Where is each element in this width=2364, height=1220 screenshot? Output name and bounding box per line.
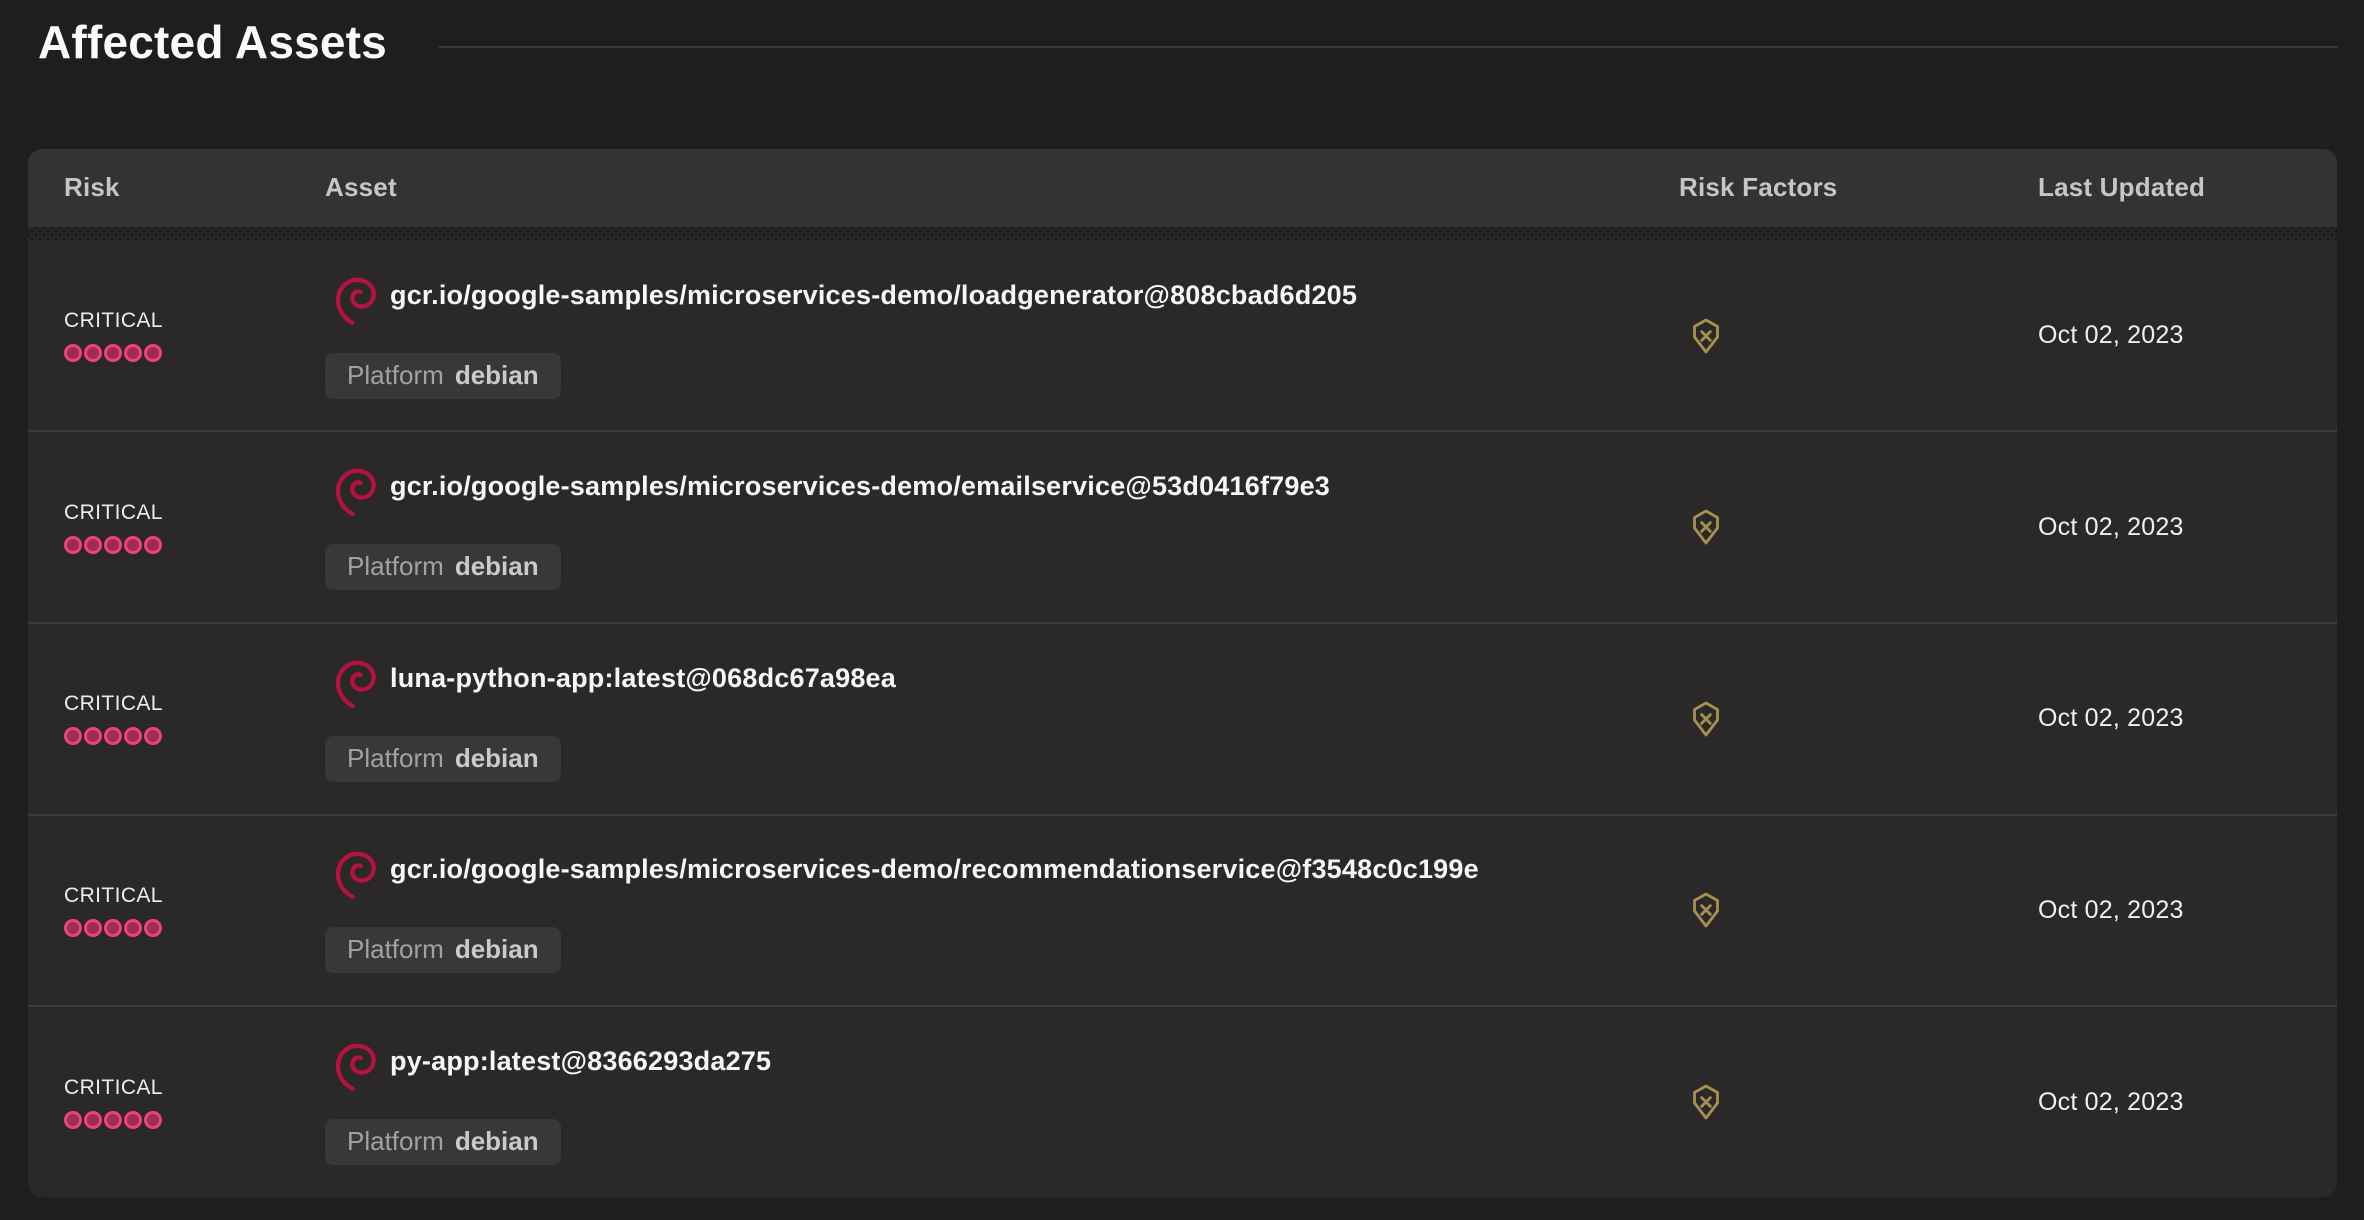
- risk-dot: [84, 1111, 102, 1129]
- last-updated-date: Oct 02, 2023: [2038, 321, 2337, 350]
- risk-dot: [104, 1111, 122, 1129]
- risk-dot: [84, 344, 102, 362]
- platform-badge: Platform debian: [325, 927, 561, 973]
- column-header-risk: Risk: [28, 172, 325, 203]
- asset-name-link[interactable]: gcr.io/google-samples/microservices-demo…: [390, 847, 1479, 891]
- risk-dot: [144, 919, 162, 937]
- debian-logo-icon: [335, 847, 377, 903]
- platform-value: debian: [455, 743, 539, 773]
- last-updated-date: Oct 02, 2023: [2038, 896, 2337, 925]
- table-row[interactable]: CRITICAL gcr.io/google-samples/microserv…: [28, 430, 2337, 622]
- risk-severity-label: CRITICAL: [64, 1076, 325, 1100]
- shield-x-icon[interactable]: [1686, 890, 1726, 930]
- table-row[interactable]: CRITICAL gcr.io/google-samples/microserv…: [28, 241, 2337, 431]
- risk-dot: [84, 536, 102, 554]
- shield-x-icon[interactable]: [1686, 699, 1726, 739]
- platform-value: debian: [455, 934, 539, 964]
- risk-dot: [124, 1111, 142, 1129]
- last-updated-date: Oct 02, 2023: [2038, 513, 2337, 542]
- shield-x-icon[interactable]: [1686, 316, 1726, 356]
- risk-dot: [64, 536, 82, 554]
- platform-label: Platform: [347, 360, 444, 390]
- asset-name-link[interactable]: gcr.io/google-samples/microservices-demo…: [390, 273, 1357, 317]
- debian-logo-icon: [335, 273, 377, 329]
- risk-dot: [104, 919, 122, 937]
- table-texture-strip: [28, 227, 2337, 241]
- risk-dot: [124, 536, 142, 554]
- shield-x-icon[interactable]: [1686, 507, 1726, 547]
- platform-label: Platform: [347, 551, 444, 581]
- risk-severity-label: CRITICAL: [64, 884, 325, 908]
- risk-dot: [64, 344, 82, 362]
- platform-label: Platform: [347, 1126, 444, 1156]
- risk-dot: [104, 727, 122, 745]
- platform-badge: Platform debian: [325, 736, 561, 782]
- risk-dot: [144, 344, 162, 362]
- risk-dot: [64, 1111, 82, 1129]
- risk-dot: [144, 1111, 162, 1129]
- table-row[interactable]: CRITICAL py-app:latest@8366293da275 Plat…: [28, 1005, 2337, 1197]
- title-divider: [439, 46, 2338, 48]
- debian-logo-icon: [335, 656, 377, 712]
- column-header-risk-factors: Risk Factors: [1651, 172, 2012, 203]
- risk-dot: [104, 536, 122, 554]
- risk-dot: [104, 344, 122, 362]
- risk-dots: [64, 536, 325, 554]
- risk-dot: [84, 919, 102, 937]
- table-header-row: Risk Asset Risk Factors Last Updated: [28, 149, 2337, 227]
- risk-severity-label: CRITICAL: [64, 692, 325, 716]
- risk-dot: [144, 727, 162, 745]
- risk-dots: [64, 919, 325, 937]
- risk-dots: [64, 344, 325, 362]
- debian-logo-icon: [335, 1039, 377, 1095]
- platform-badge: Platform debian: [325, 544, 561, 590]
- risk-dot: [64, 919, 82, 937]
- affected-assets-table: Risk Asset Risk Factors Last Updated CRI…: [28, 149, 2337, 1197]
- risk-dot: [64, 727, 82, 745]
- platform-value: debian: [455, 1126, 539, 1156]
- affected-assets-page: Affected Assets Risk Asset Risk Factors …: [0, 0, 2364, 1197]
- column-header-last-updated: Last Updated: [2012, 172, 2337, 203]
- last-updated-date: Oct 02, 2023: [2038, 704, 2337, 733]
- page-title: Affected Assets: [38, 16, 387, 69]
- platform-value: debian: [455, 360, 539, 390]
- platform-badge: Platform debian: [325, 353, 561, 399]
- platform-label: Platform: [347, 934, 444, 964]
- platform-badge: Platform debian: [325, 1119, 561, 1165]
- risk-dot: [84, 727, 102, 745]
- risk-severity-label: CRITICAL: [64, 501, 325, 525]
- risk-severity-label: CRITICAL: [64, 309, 325, 333]
- asset-name-link[interactable]: py-app:latest@8366293da275: [390, 1039, 771, 1083]
- debian-logo-icon: [335, 464, 377, 520]
- shield-x-icon[interactable]: [1686, 1082, 1726, 1122]
- platform-label: Platform: [347, 743, 444, 773]
- asset-name-link[interactable]: luna-python-app:latest@068dc67a98ea: [390, 656, 896, 700]
- risk-dot: [144, 536, 162, 554]
- risk-dots: [64, 727, 325, 745]
- risk-dot: [124, 919, 142, 937]
- last-updated-date: Oct 02, 2023: [2038, 1088, 2337, 1117]
- column-header-asset: Asset: [325, 172, 1651, 203]
- page-header: Affected Assets: [0, 0, 2364, 69]
- risk-dot: [124, 344, 142, 362]
- table-row[interactable]: CRITICAL luna-python-app:latest@068dc67a…: [28, 622, 2337, 814]
- table-body: CRITICAL gcr.io/google-samples/microserv…: [28, 241, 2337, 1197]
- platform-value: debian: [455, 551, 539, 581]
- risk-dot: [124, 727, 142, 745]
- risk-dots: [64, 1111, 325, 1129]
- asset-name-link[interactable]: gcr.io/google-samples/microservices-demo…: [390, 464, 1330, 508]
- table-row[interactable]: CRITICAL gcr.io/google-samples/microserv…: [28, 814, 2337, 1006]
